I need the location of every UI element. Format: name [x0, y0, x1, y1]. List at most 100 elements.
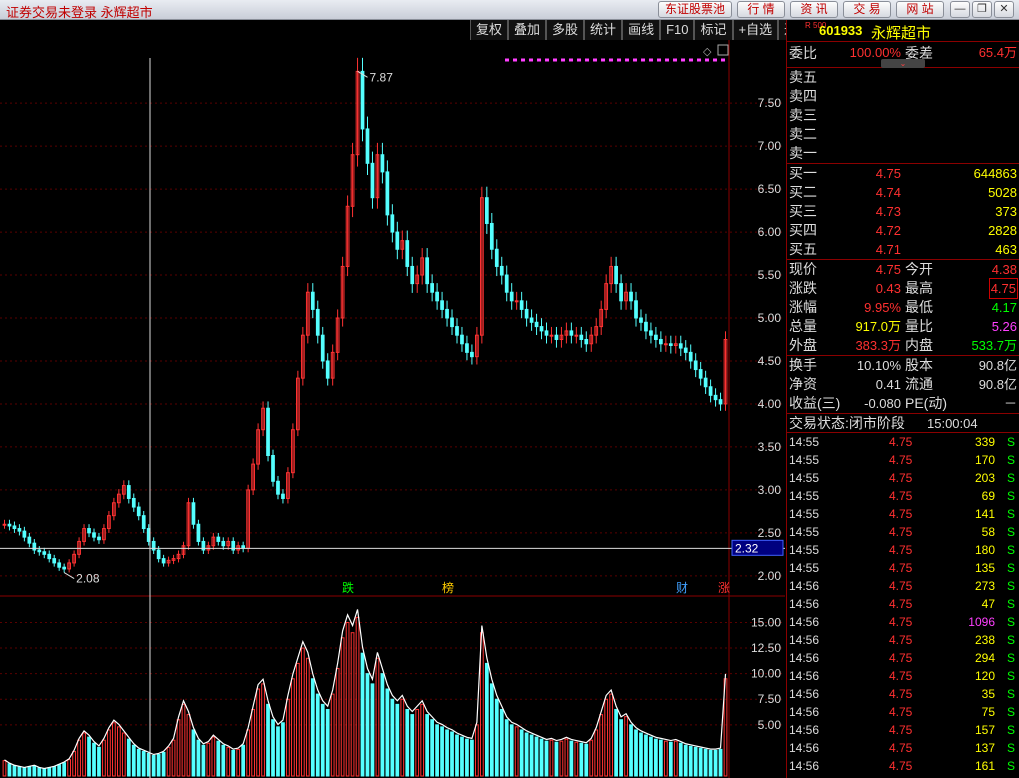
candle-body [410, 265, 415, 285]
volume-bar [62, 762, 67, 777]
volume-bar [649, 736, 653, 777]
tick-side: S [1006, 489, 1015, 503]
candle-body [126, 485, 131, 499]
candle-body [574, 334, 579, 337]
news-button[interactable]: 资 讯 [790, 1, 838, 18]
website-button[interactable]: 网 站 [896, 1, 944, 18]
volume-bar [708, 749, 713, 777]
volume-bar [57, 764, 62, 777]
candle-body [271, 455, 275, 482]
tick-time: 14:56 [789, 705, 820, 719]
volume-bar [7, 763, 12, 777]
weibi-row: 委比 100.00% 委差 65.4万 ⌄ [787, 42, 1019, 68]
quote-panel: R 500 601933 永辉超市 委比 100.00% 委差 65.4万 ⌄ … [786, 20, 1019, 778]
restore-icon[interactable]: ❐ [972, 1, 992, 18]
adjust-button[interactable]: 复权 [470, 20, 509, 40]
tick-volume: 203 [974, 471, 995, 485]
volume-bar [360, 652, 365, 777]
stat-value-2: 5.26 [991, 319, 1017, 334]
candle-body [460, 334, 464, 345]
overlay-button[interactable]: 叠加 [508, 20, 547, 40]
candle-body [465, 343, 469, 353]
collapse-icon[interactable]: ⌄ [881, 59, 925, 68]
tick-time: 14:56 [789, 723, 820, 737]
candle-body [504, 274, 509, 293]
stat-value: -0.080 [864, 396, 901, 411]
trade-button[interactable]: 交 易 [843, 1, 891, 18]
volume-bar [455, 734, 459, 777]
stat-label-2: 最高 [905, 280, 933, 296]
stock-code: 601933 [819, 23, 863, 38]
stat-label: 净资 [789, 376, 817, 392]
kline-chart[interactable]: 7.50 7.00 6.50 6.00 5.50 5.00 4.50 4.00 3.50 3.00… [0, 40, 785, 778]
chart-toolbar: 复权 叠加 多股 统计 画线 F10 标记 +自选 返回 [470, 20, 817, 40]
volume-bar [166, 746, 171, 777]
price-tick-label: 6.50 [758, 182, 782, 196]
volume-bar [67, 759, 71, 777]
candle-body [668, 343, 673, 346]
candle-body [281, 493, 285, 499]
volume-bar [77, 739, 81, 777]
tick-side: S [1006, 723, 1015, 737]
volume-bar [579, 742, 584, 777]
candle-body [629, 291, 633, 302]
volume-bar [425, 714, 430, 777]
candle-body [141, 515, 146, 530]
volume-bar [246, 729, 251, 777]
volume-bar [654, 738, 658, 777]
minimize-icon[interactable]: — [950, 1, 970, 18]
candle-body [445, 308, 449, 319]
candle-body [579, 334, 584, 340]
volume-bar [171, 739, 176, 777]
buy-volume: 463 [995, 242, 1017, 257]
volume-bar [644, 734, 648, 777]
cursor-price-label: 2.32 [735, 541, 759, 555]
candle-body [619, 283, 623, 302]
stat-label-2: 内盘 [905, 337, 933, 353]
statistics-button[interactable]: 统计 [584, 20, 623, 40]
mark-button[interactable]: 标记 [694, 20, 733, 40]
stat-row: 净资 0.41 流通 90.8亿 [787, 375, 1019, 394]
f10-button[interactable]: F10 [660, 20, 695, 40]
stock-pool-button[interactable]: 东证股票池 [658, 1, 732, 18]
candle-body [425, 257, 430, 285]
volume-bar [683, 744, 688, 777]
candle-body [450, 317, 454, 328]
tick-time: 14:55 [789, 471, 820, 485]
candle-body [654, 334, 658, 340]
tick-time: 14:55 [789, 561, 820, 575]
volume-bar [484, 662, 489, 777]
tick-price: 4.75 [889, 633, 913, 647]
volume-bar [121, 732, 126, 777]
price-tick-label: 4.00 [758, 397, 782, 411]
volume-bar [410, 714, 415, 777]
draw-line-button[interactable]: 画线 [622, 20, 661, 40]
stat-value: 917.0万 [855, 319, 901, 334]
tick-row: 14:55 4.75 135 S [787, 559, 1019, 577]
tick-volume: 273 [974, 579, 995, 593]
diamond-icon: ◇ [703, 45, 712, 58]
tick-row: 14:56 4.75 75 S [787, 703, 1019, 721]
stat-label: 收益(三) [789, 395, 841, 411]
multi-stock-button[interactable]: 多股 [546, 20, 585, 40]
window-title: 证券交易未登录 永辉超市 [6, 5, 153, 20]
volume-bar [340, 637, 345, 777]
quotes-button[interactable]: 行 情 [737, 1, 785, 18]
tick-list[interactable]: 14:55 4.75 339 S 14:55 4.75 170 S 14:55 4.… [787, 433, 1019, 775]
volume-bar [688, 745, 693, 777]
close-icon[interactable]: ✕ [994, 1, 1014, 18]
volume-bar [544, 740, 549, 777]
stat-label-2: 最低 [905, 299, 933, 315]
volume-bar [475, 724, 479, 777]
add-watchlist-button[interactable]: +自选 [732, 20, 779, 40]
candle-body [37, 549, 42, 553]
volume-tick-label: 5.00 [758, 718, 782, 732]
tick-row: 14:56 4.75 161 S [787, 757, 1019, 775]
tick-price: 4.75 [889, 507, 913, 521]
chart-area[interactable]: 7.50 7.00 6.50 6.00 5.50 5.00 4.50 4.00 3.50 3.00… [0, 40, 785, 778]
candle-body [196, 523, 201, 542]
stat-label: 现价 [789, 261, 817, 277]
tick-row: 14:56 4.75 120 S [787, 667, 1019, 685]
buy-orders: 买一 4.75 644863 买二 4.74 5028 买三 4.73 373 买四 … [787, 164, 1019, 260]
tick-row: 14:56 4.75 1096 S [787, 613, 1019, 631]
